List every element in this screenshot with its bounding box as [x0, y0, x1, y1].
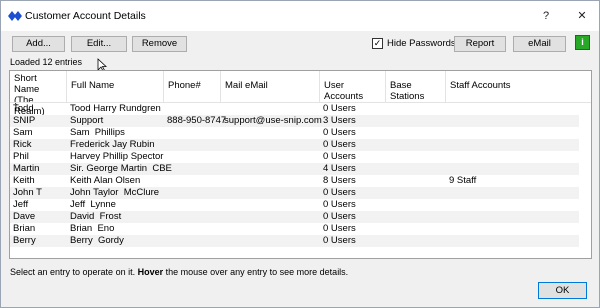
table-cell: Keith [13, 175, 35, 186]
table-cell: Tood Harry Rundgren [70, 103, 161, 114]
column-header-phone[interactable]: Phone# [164, 71, 221, 102]
hide-passwords-label: Hide Passwords [387, 38, 456, 49]
column-header-staff-accounts[interactable]: Staff Accounts [446, 71, 591, 102]
column-header-short-name[interactable]: Short Name (The Realm) [10, 71, 67, 117]
help-button[interactable]: ? [531, 1, 561, 31]
table-row[interactable]: Brian Brian Eno 0 Users [10, 223, 579, 235]
add-button[interactable]: Add... [12, 36, 65, 52]
table-cell: Rick [13, 139, 32, 150]
table-cell: Harvey Phillip Spector [70, 151, 164, 162]
table-cell: 0 Users [323, 151, 356, 162]
table-cell: 0 Users [323, 211, 356, 222]
info-green-button[interactable]: i [575, 35, 590, 50]
table-row[interactable]: Todd Tood Harry Rundgren 0 Users [10, 103, 579, 115]
footer-hint-bold: Hover [137, 267, 164, 277]
column-header-user-accounts[interactable]: User Accounts [320, 71, 386, 102]
table-row[interactable]: Jeff Jeff Lynne 0 Users [10, 199, 579, 211]
table-cell: 0 Users [323, 103, 356, 114]
table-row[interactable]: Rick Frederick Jay Rubin 0 Users [10, 139, 579, 151]
close-button[interactable]: ✕ [567, 1, 597, 31]
table-row[interactable]: Sam Sam Phillips 0 Users [10, 127, 579, 139]
table-cell: Keith Alan Olsen [70, 175, 141, 186]
dialog-window: Customer Account Details ? ✕ Add... Edit… [0, 0, 600, 308]
table-cell: Phil [13, 151, 29, 162]
table-cell: Brian Eno [70, 223, 115, 234]
table-cell: John T [13, 187, 42, 198]
table-cell: Todd [13, 103, 34, 114]
table-cell: Sam [13, 127, 33, 138]
table-cell: Brian [13, 223, 36, 234]
table-cell: Support [70, 115, 104, 126]
table-cell: Jeff Lynne [70, 199, 116, 210]
table-row[interactable]: Martin Sir. George Martin CBE 4 Users [10, 163, 579, 175]
footer-hint-prefix: Select an entry to operate on it. [10, 267, 138, 277]
column-header-mail-email[interactable]: Mail eMail [221, 71, 320, 102]
table-cell: Sam Phillips [70, 127, 125, 138]
table-row[interactable]: Berry Berry Gordy 0 Users [10, 235, 579, 247]
table-cell: 9 Staff [449, 175, 477, 186]
ok-button[interactable]: OK [538, 282, 587, 299]
table-cell: Sir. George Martin CBE [70, 163, 172, 174]
table-cell: 0 Users [323, 199, 356, 210]
column-header-short-name-line1: Short Name [14, 73, 40, 95]
table-row[interactable]: John T John Taylor McClure 0 Users [10, 187, 579, 199]
table-cell: 0 Users [323, 127, 356, 138]
column-header-full-name[interactable]: Full Name [67, 71, 164, 102]
table-cell: John Taylor McClure [70, 187, 160, 198]
table-cell: Berry Gordy [70, 235, 124, 246]
table-cell: Martin [13, 163, 40, 174]
footer-hint: Select an entry to operate on it. Hover … [10, 267, 348, 277]
table-cell: Jeff [13, 199, 29, 210]
app-diamond-icon [8, 11, 22, 21]
table-cell: 4 Users [323, 163, 356, 174]
table-cell: Dave [13, 211, 36, 222]
accounts-table[interactable]: Short Name (The Realm) Full Name Phone# … [9, 70, 592, 259]
table-row[interactable]: SNIP Support 888-950-8747 support@use-snip.… [10, 115, 579, 127]
table-cell: 0 Users [323, 223, 356, 234]
window-title: Customer Account Details [25, 10, 146, 22]
column-header-base-stations[interactable]: Base Stations [386, 71, 446, 102]
table-row[interactable]: Dave David Frost 0 Users [10, 211, 579, 223]
table-row[interactable]: Keith Keith Alan Olsen 8 Users 9 Staff [10, 175, 579, 187]
hide-passwords-checkbox[interactable]: ✓ [372, 38, 383, 49]
report-button[interactable]: Report [454, 36, 506, 52]
table-cell: Frederick Jay Rubin [70, 139, 155, 150]
table-cell: 0 Users [323, 139, 356, 150]
table-cell: Berry [13, 235, 36, 246]
table-row[interactable]: Phil Harvey Phillip Spector 0 Users [10, 151, 579, 163]
email-button[interactable]: eMail [513, 36, 566, 52]
table-cell: David Frost [70, 211, 122, 222]
loaded-status: Loaded 12 entries [10, 57, 83, 67]
table-cell: 0 Users [323, 235, 356, 246]
edit-button[interactable]: Edit... [71, 36, 127, 52]
table-cell: 8 Users [323, 175, 356, 186]
table-cell: 3 Users [323, 115, 356, 126]
title-bar: Customer Account Details ? ✕ [1, 1, 599, 31]
table-cell: 888-950-8747 [167, 115, 227, 126]
remove-button[interactable]: Remove [132, 36, 187, 52]
table-cell: SNIP [13, 115, 36, 126]
footer-hint-suffix: the mouse over any entry to see more det… [163, 267, 349, 277]
table-cell: 0 Users [323, 187, 356, 198]
table-cell: support@use-snip.com [224, 115, 322, 126]
